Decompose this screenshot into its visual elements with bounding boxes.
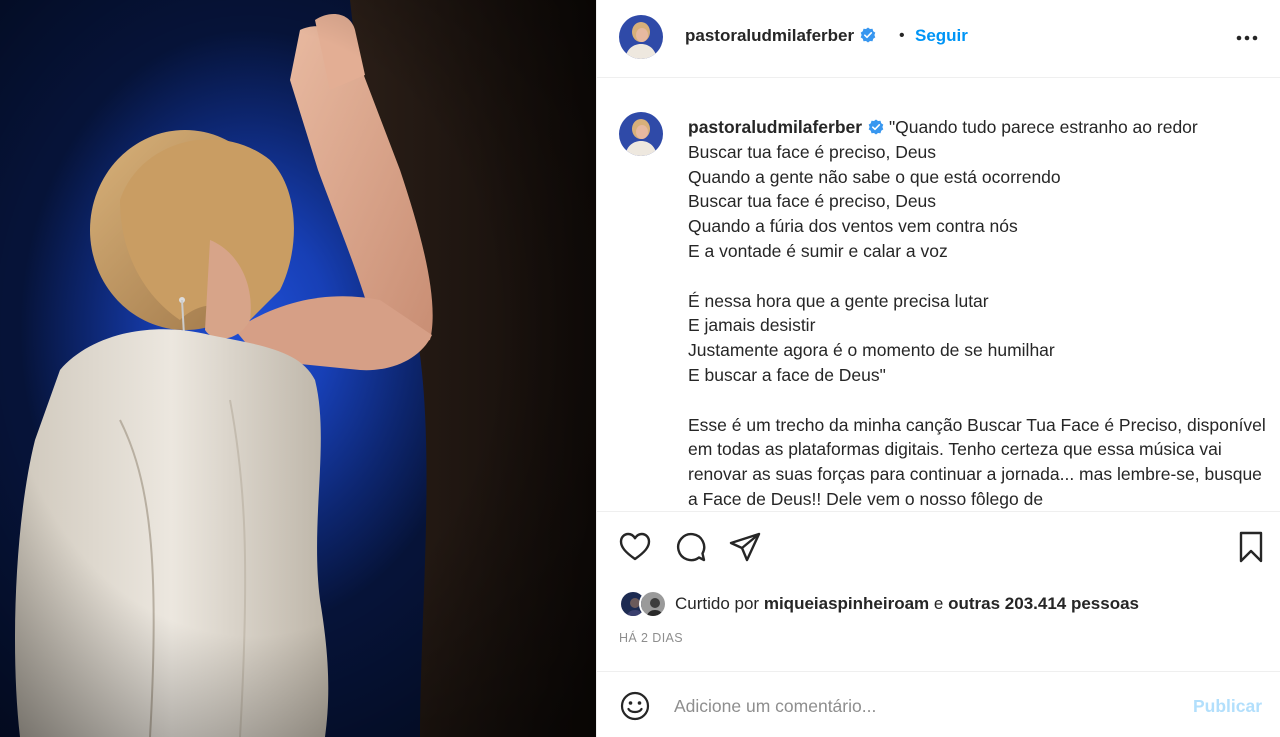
post-image[interactable] [0,0,596,737]
liker-username[interactable]: miqueiaspinheiroam [764,594,929,613]
header-separator: • [899,27,905,44]
post-panel: pastoraludmilaferber • Seguir pastoralud… [596,0,1280,737]
likes-prefix: Curtido por [675,594,760,613]
likes-connector: e [933,594,944,613]
caption-paragraph: Esse é um trecho da minha canção Buscar … [688,414,1266,509]
more-options-button[interactable] [1233,24,1261,52]
emoji-icon[interactable] [619,690,651,722]
bookmark-icon [1239,531,1263,563]
comment-icon [676,532,706,562]
likes-text: Curtido por miqueiaspinheiroam e outras … [675,594,1139,614]
post-caption: pastoraludmilaferber "Quando tudo parece… [688,115,1268,511]
comment-form: Publicar [597,672,1280,737]
caption-line: E a vontade é sumir e calar a voz [688,240,948,261]
save-button[interactable] [1233,529,1269,565]
post-timestamp[interactable]: HÁ 2 DIAS [619,631,683,645]
caption-line: É nessa hora que a gente precisa lutar [688,290,989,311]
like-button[interactable] [617,529,653,565]
caption-author-avatar[interactable] [619,112,663,156]
likes-count-link[interactable]: outras 203.414 pessoas [948,594,1139,613]
verified-badge-icon [868,119,884,135]
caption-line: Justamente agora é o momento de se humil… [688,340,1055,361]
caption-line: Quando a gente não sabe o que está ocorr… [688,166,1061,187]
post-actions [597,527,1280,567]
caption-line: Quando a fúria dos ventos vem contra nós [688,216,1018,237]
caption-line: E buscar a face de Deus" [688,364,886,385]
comment-input[interactable] [674,692,1174,720]
caption-line: Buscar tua face é preciso, Deus [688,191,937,212]
post-photo-illustration [0,0,596,737]
author-username[interactable]: pastoraludmilaferber [685,26,876,46]
comment-button[interactable] [673,529,709,565]
publish-button[interactable]: Publicar [1193,696,1262,717]
caption-first-line: pastoraludmilaferber "Quando tudo parece… [688,115,1268,140]
share-button[interactable] [727,529,763,565]
divider [597,511,1280,512]
caption-scroll-area[interactable]: pastoraludmilaferber "Quando tudo parece… [597,79,1280,511]
verified-badge-icon [860,27,876,43]
more-horizontal-icon [1236,35,1258,41]
caption-line: "Quando tudo parece estranho ao redor [888,117,1198,137]
likes-summary: Curtido por miqueiaspinheiroam e outras … [619,589,1139,619]
liker-avatar[interactable] [639,590,667,618]
author-avatar[interactable] [619,15,663,59]
caption-line: E jamais desistir [688,315,816,336]
caption-username[interactable]: pastoraludmilaferber [688,117,862,137]
follow-button[interactable]: Seguir [915,26,968,46]
caption-line: Buscar tua face é preciso, Deus [688,141,937,162]
share-icon [729,532,761,562]
heart-icon [619,532,651,561]
post-header: pastoraludmilaferber • Seguir [597,0,1280,78]
